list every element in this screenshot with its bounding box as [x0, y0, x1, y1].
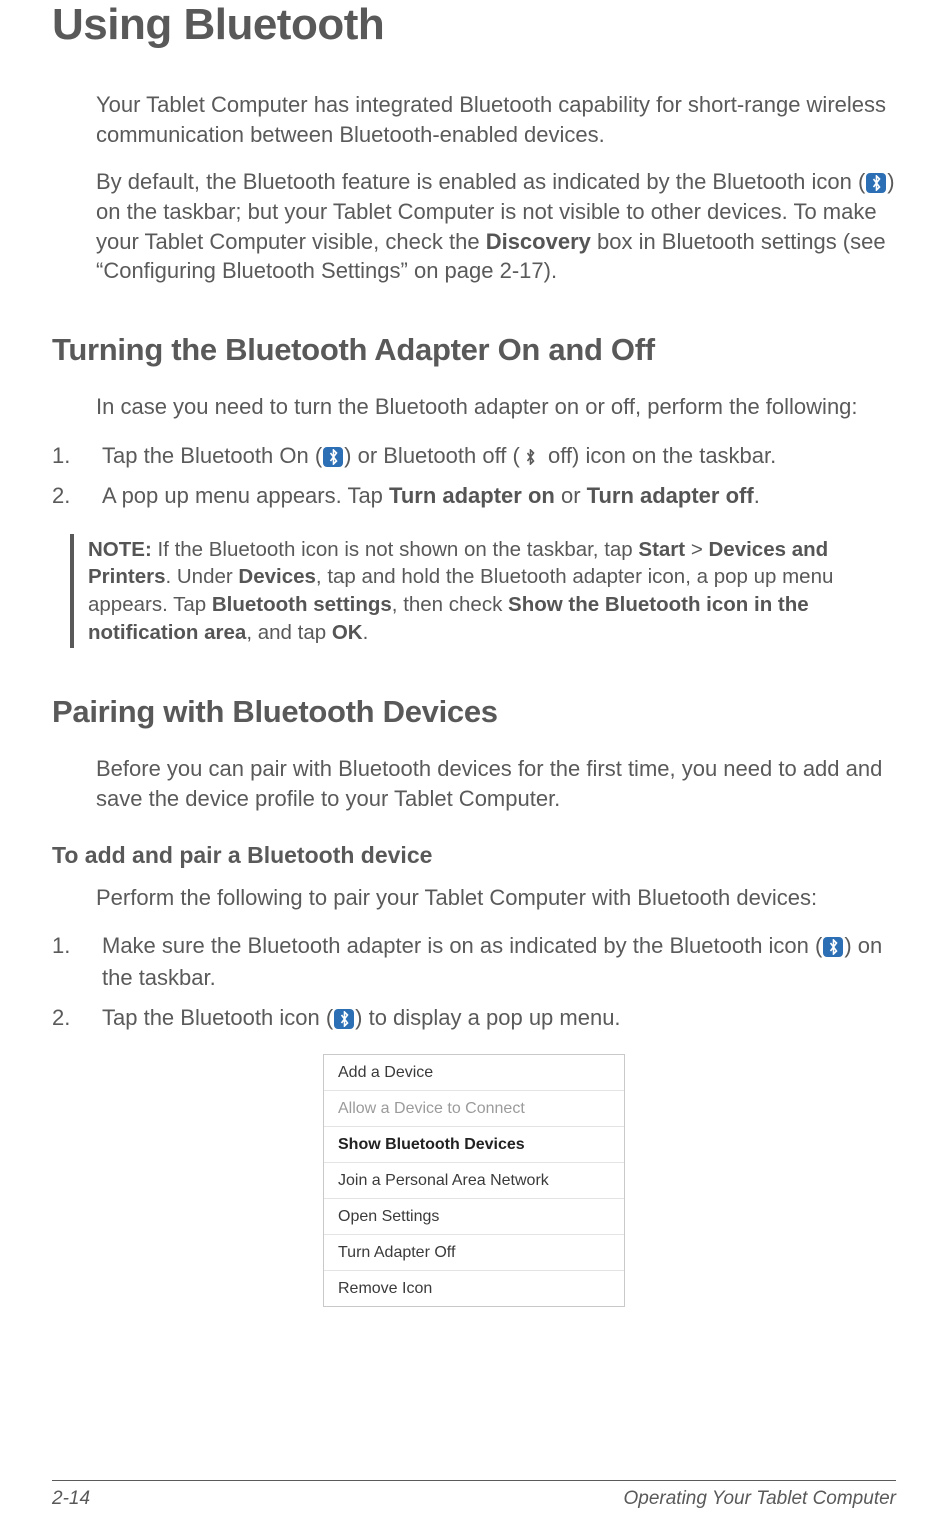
s2-step2-b: or [555, 483, 587, 508]
bluetooth-context-menu: Add a DeviceAllow a Device to ConnectSho… [323, 1054, 625, 1307]
s2-step2-bold2: Turn adapter off [587, 483, 754, 508]
s3-step2-b: ) to display a pop up menu. [355, 1005, 620, 1030]
steps-pairing: 1. Make sure the Bluetooth adapter is on… [52, 930, 896, 1034]
page-footer: 2-14 Operating Your Tablet Computer [52, 1480, 896, 1510]
s2-step2-c: . [754, 483, 760, 508]
note-devices: Devices [238, 565, 316, 588]
note-f: , and tap [246, 621, 331, 644]
intro2-bold-discovery: Discovery [486, 229, 591, 254]
context-menu-item[interactable]: Open Settings [324, 1199, 624, 1235]
s2-step1-a: Tap the Bluetooth On ( [102, 443, 322, 468]
context-menu-item[interactable]: Join a Personal Area Network [324, 1163, 624, 1199]
step-number: 1. [52, 440, 70, 472]
s2-step1-c: off) icon on the taskbar. [542, 443, 776, 468]
note-c: . Under [165, 565, 238, 588]
s2-step2-bold1: Turn adapter on [389, 483, 555, 508]
bluetooth-on-icon [823, 937, 843, 957]
note-gt: > [685, 538, 708, 561]
note-bluetooth-settings: Blue­tooth settings [212, 593, 392, 616]
subheading-add-pair: To add and pair a Bluetooth device [52, 842, 896, 869]
step-number: 2. [52, 480, 70, 512]
bluetooth-on-icon [334, 1009, 354, 1029]
section-heading-turning: Turning the Bluetooth Adapter On and Off [52, 332, 896, 368]
note-start: Start [638, 538, 685, 561]
footer-page-number: 2-14 [52, 1488, 90, 1510]
context-menu-item[interactable]: Remove Icon [324, 1271, 624, 1306]
step-2: 2. A pop up menu appears. Tap Turn adapt… [52, 480, 896, 512]
s3-step2-a: Tap the Bluetooth icon ( [102, 1005, 333, 1030]
intro-paragraph-2: By default, the Bluetooth feature is ena… [96, 167, 896, 286]
step-number: 2. [52, 1002, 70, 1034]
context-menu-item[interactable]: Add a Device [324, 1055, 624, 1091]
context-menu-item[interactable]: Show Bluetooth Devices [324, 1127, 624, 1163]
section2-intro: In case you need to turn the Bluetooth a… [96, 392, 896, 422]
note-e: , then check [392, 593, 508, 616]
footer-chapter-title: Operating Your Tablet Computer [623, 1488, 896, 1510]
s2-step2-a: A pop up menu appears. Tap [102, 483, 389, 508]
note-label: NOTE: [88, 538, 152, 561]
section-heading-pairing: Pairing with Bluetooth Devices [52, 694, 896, 730]
intro-paragraph-1: Your Tablet Computer has integrated Blue… [96, 90, 896, 149]
bluetooth-on-icon [866, 173, 886, 193]
bluetooth-on-icon [323, 447, 343, 467]
bluetooth-off-icon [521, 447, 541, 467]
s3-intro: Perform the following to pair your Table… [96, 883, 896, 913]
step-2: 2. Tap the Bluetooth icon ( ) to display … [52, 1002, 896, 1034]
step-1: 1. Make sure the Bluetooth adapter is on… [52, 930, 896, 994]
context-menu-item[interactable]: Turn Adapter Off [324, 1235, 624, 1271]
note-callout: NOTE: If the Bluetooth icon is not shown… [70, 534, 896, 649]
note-ok: OK [332, 621, 363, 644]
note-g: . [363, 621, 369, 644]
section3-intro: Before you can pair with Bluetooth devic… [96, 754, 896, 813]
steps-turning-adapter: 1. Tap the Bluetooth On ( ) or Bluetooth … [52, 440, 896, 512]
step-1: 1. Tap the Bluetooth On ( ) or Bluetooth … [52, 440, 896, 472]
note-a: If the Bluetooth icon is not shown on th… [152, 538, 639, 561]
s3-step1-a: Make sure the Bluetooth adapter is on as… [102, 933, 822, 958]
s2-step1-b: ) or Bluetooth off ( [344, 443, 520, 468]
intro2-text-a: By default, the Bluetooth feature is ena… [96, 169, 865, 194]
page-title: Using Bluetooth [52, 0, 896, 50]
context-menu-item: Allow a Device to Connect [324, 1091, 624, 1127]
step-number: 1. [52, 930, 70, 962]
